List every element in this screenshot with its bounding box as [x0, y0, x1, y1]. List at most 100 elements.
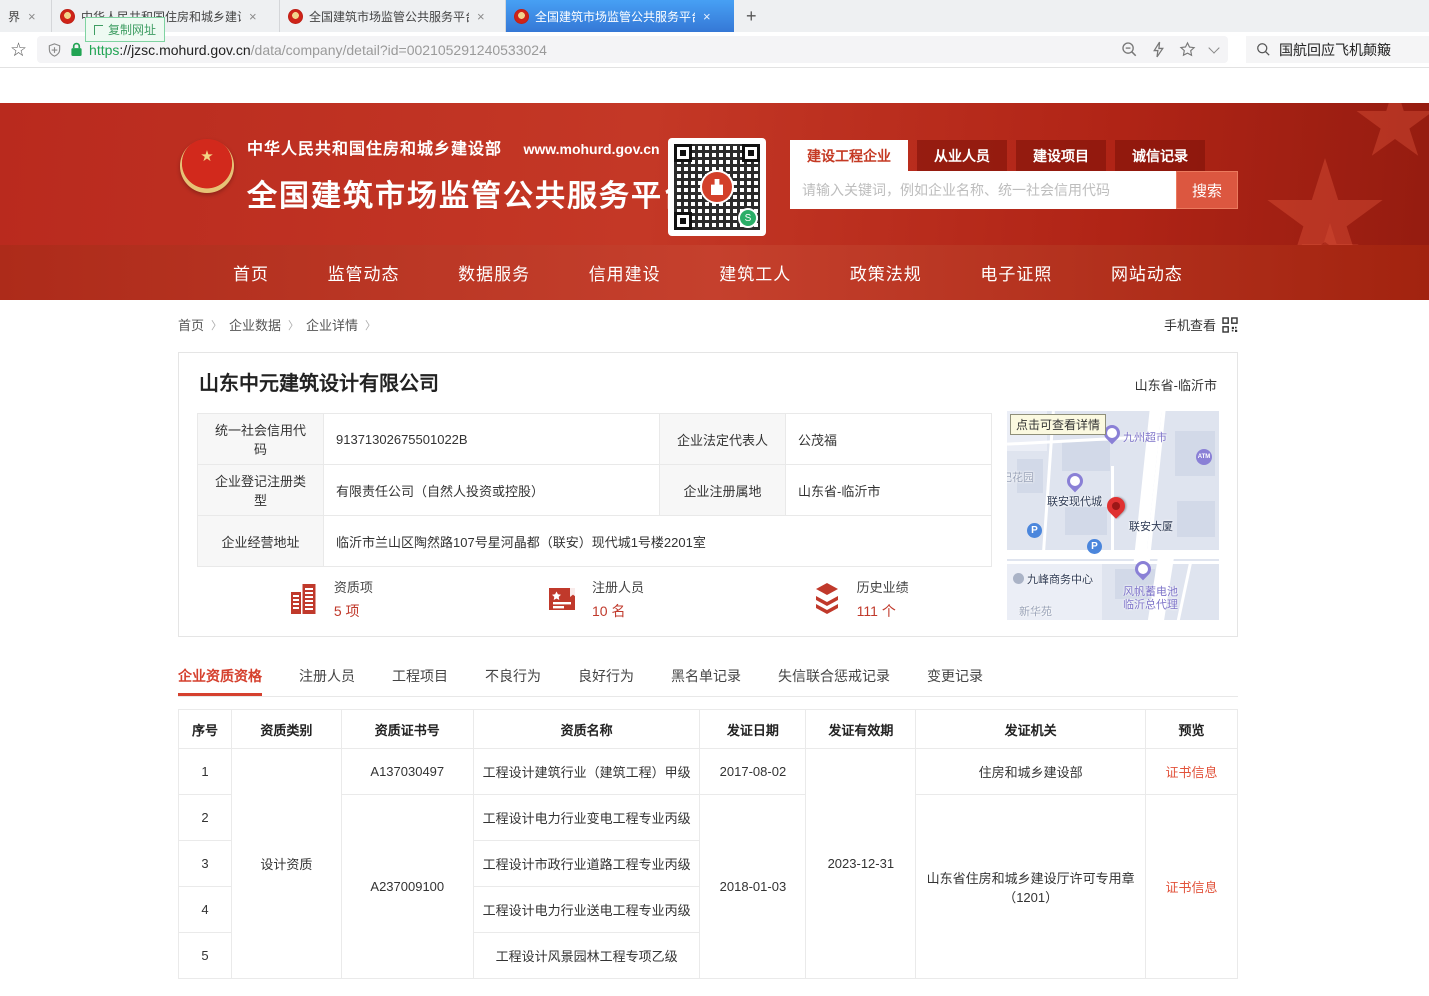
browser-tab-3-active[interactable]: 全国建筑市场监管公共服务平台 × [506, 0, 734, 32]
map-label-battery-2: 临沂总代理 [1123, 596, 1178, 612]
qualification-category: 设计资质 [231, 749, 341, 979]
main-nav: 首页 监管动态 数据服务 信用建设 建筑工人 政策法规 电子证照 网站动态 [0, 245, 1429, 300]
ministry-website: www.mohurd.gov.cn [523, 141, 659, 157]
address-bar-input[interactable]: https://jzsc.mohurd.gov.cn/data/company/… [37, 36, 1228, 63]
residence-pin-icon [1064, 470, 1087, 493]
tab-good-behavior[interactable]: 良好行为 [578, 662, 634, 696]
tab-registered-personnel[interactable]: 注册人员 [299, 662, 355, 696]
certificate-no: A137030497 [341, 749, 473, 795]
map-label-garden: 纪花园 [1007, 469, 1034, 485]
tab-close-icon[interactable]: × [701, 9, 713, 24]
search-tab-project[interactable]: 建设项目 [1016, 140, 1106, 171]
breadcrumb-company-data[interactable]: 企业数据 [229, 315, 281, 334]
issuing-authority: 住房和城乡建设部 [916, 749, 1146, 795]
company-region: 山东省-临沂市 [1135, 375, 1217, 394]
search-tab-enterprise[interactable]: 建设工程企业 [790, 140, 908, 171]
nav-item-site-news[interactable]: 网站动态 [1111, 260, 1183, 285]
main-content: 首页 〉 企业数据 〉 企业详情 〉 手机查看 山东中元建筑设计有限公司 山东省… [178, 315, 1238, 979]
certificate-info-link[interactable]: 证书信息 [1166, 880, 1218, 895]
company-stats: 资质项 5 项 注册人员 10 名 [197, 577, 991, 621]
issue-date: 2017-08-02 [700, 749, 806, 795]
nav-item-data-service[interactable]: 数据服务 [458, 260, 530, 285]
stat-registered-personnel[interactable]: 注册人员 10 名 [462, 577, 727, 621]
tab-close-icon[interactable]: × [26, 9, 38, 24]
copy-url-label: 复制网址 [108, 21, 156, 38]
issuing-authority: 山东省住房和城乡建设厅许可专用章 （1201） [916, 795, 1146, 979]
company-location-pin-icon [1103, 493, 1128, 518]
detail-section-tabs: 企业资质资格 注册人员 工程项目 不良行为 良好行为 黑名单记录 失信联合惩戒记… [178, 662, 1238, 697]
stat-label: 历史业绩 [857, 577, 909, 596]
legal-rep-label: 企业法定代表人 [660, 414, 786, 465]
address-value: 临沂市兰山区陶然路107号星河晶都（联安）现代城1号楼2201室 [324, 516, 992, 567]
shield-permission-icon[interactable] [47, 42, 62, 58]
browser-tab-2[interactable]: 全国建筑市场监管公共服务平台 × [280, 0, 506, 32]
tab-close-icon[interactable]: × [247, 9, 259, 24]
breadcrumb-home[interactable]: 首页 [178, 315, 204, 334]
browser-tab-0[interactable]: 界 × [0, 0, 52, 32]
breadcrumb-company-detail[interactable]: 企业详情 [306, 315, 358, 334]
search-tab-credit[interactable]: 诚信记录 [1115, 140, 1205, 171]
credit-code-value: 91371302675501022B [324, 414, 660, 465]
credit-code-label: 统一社会信用代码 [198, 414, 324, 465]
nav-item-certificate[interactable]: 电子证照 [980, 260, 1052, 285]
nav-item-credit[interactable]: 信用建设 [589, 260, 661, 285]
reg-type-label: 企业登记注册类型 [198, 465, 324, 516]
quick-search-input[interactable] [1279, 42, 1419, 58]
browser-quick-search[interactable] [1246, 36, 1429, 63]
zoom-out-icon[interactable] [1121, 41, 1138, 58]
qualification-name: 工程设计风景园林工程专项乙级 [473, 933, 700, 979]
wechat-icon: S [738, 208, 758, 228]
secure-lock-icon [70, 42, 83, 57]
search-button[interactable]: 搜索 [1176, 171, 1238, 209]
site-favicon-icon [514, 9, 529, 24]
qr-code-icon [1222, 317, 1238, 333]
keyword-search-input[interactable] [790, 171, 1176, 209]
tab-close-icon[interactable]: × [475, 9, 487, 24]
new-tab-button[interactable]: + [734, 0, 769, 32]
row-no: 4 [179, 887, 232, 933]
nav-item-policy[interactable]: 政策法规 [850, 260, 922, 285]
address-label: 企业经营地址 [198, 516, 324, 567]
chevron-down-icon[interactable] [1208, 42, 1219, 53]
stat-history-performance[interactable]: 历史业绩 111 个 [726, 577, 991, 621]
validity-date: 2023-12-31 [806, 749, 916, 979]
search-icon [1256, 42, 1271, 57]
page-top-gap [0, 68, 1429, 103]
favorite-star-icon[interactable] [1179, 41, 1196, 58]
ministry-name: 中华人民共和国住房和城乡建设部 [247, 141, 502, 158]
tab-blacklist[interactable]: 黑名单记录 [671, 662, 741, 696]
map-label-xinhuayuan: 新华苑 [1019, 603, 1052, 619]
map-label-lianan-city: 联安现代城 [1047, 493, 1102, 509]
stat-qualifications[interactable]: 资质项 5 项 [197, 577, 462, 621]
nav-item-workers[interactable]: 建筑工人 [719, 260, 791, 285]
qualification-name: 工程设计建筑行业（建筑工程）甲级 [473, 749, 700, 795]
search-tab-personnel[interactable]: 从业人员 [917, 140, 1007, 171]
company-location-map[interactable]: 点击可查看详情 九州超市 ATM 纪花园 联安现代城 联安大厦 P P 九峰商务… [1007, 411, 1219, 620]
flash-save-icon[interactable] [1152, 41, 1165, 58]
atm-icon: ATM [1196, 449, 1212, 465]
map-label-lianan-tower: 联安大厦 [1129, 518, 1173, 534]
copy-icon [94, 25, 103, 35]
map-tooltip: 点击可查看详情 [1010, 414, 1106, 435]
map-label-supermarket: 九州超市 [1123, 429, 1167, 445]
tab-projects[interactable]: 工程项目 [392, 662, 448, 696]
tab-change-records[interactable]: 变更记录 [927, 662, 983, 696]
company-info-table: 统一社会信用代码 91371302675501022B 企业法定代表人 公茂福 … [197, 413, 992, 567]
nav-item-home[interactable]: 首页 [233, 260, 269, 285]
tab-qualifications[interactable]: 企业资质资格 [178, 662, 262, 696]
stat-label: 资质项 [334, 577, 373, 596]
row-no: 2 [179, 795, 232, 841]
tab-dishonesty-records[interactable]: 失信联合惩戒记录 [778, 662, 890, 696]
poi-dot-icon [1013, 573, 1024, 584]
certificate-no: A237009100 [341, 795, 473, 979]
site-favicon-icon [288, 9, 303, 24]
page-url: https://jzsc.mohurd.gov.cn/data/company/… [89, 42, 547, 58]
banner-search-module: 建设工程企业 从业人员 建设项目 诚信记录 搜索 [790, 140, 1238, 209]
browser-tab-bar: 界 × 中华人民共和国住房和城乡建设 × 全国建筑市场监管公共服务平台 × 全国… [0, 0, 1429, 32]
bookmark-star-icon[interactable]: ☆ [10, 39, 27, 61]
certificate-info-link[interactable]: 证书信息 [1166, 765, 1218, 780]
mobile-view-link[interactable]: 手机查看 [1164, 315, 1238, 334]
layers-icon [809, 581, 845, 617]
nav-item-supervision[interactable]: 监管动态 [328, 260, 400, 285]
tab-bad-behavior[interactable]: 不良行为 [485, 662, 541, 696]
